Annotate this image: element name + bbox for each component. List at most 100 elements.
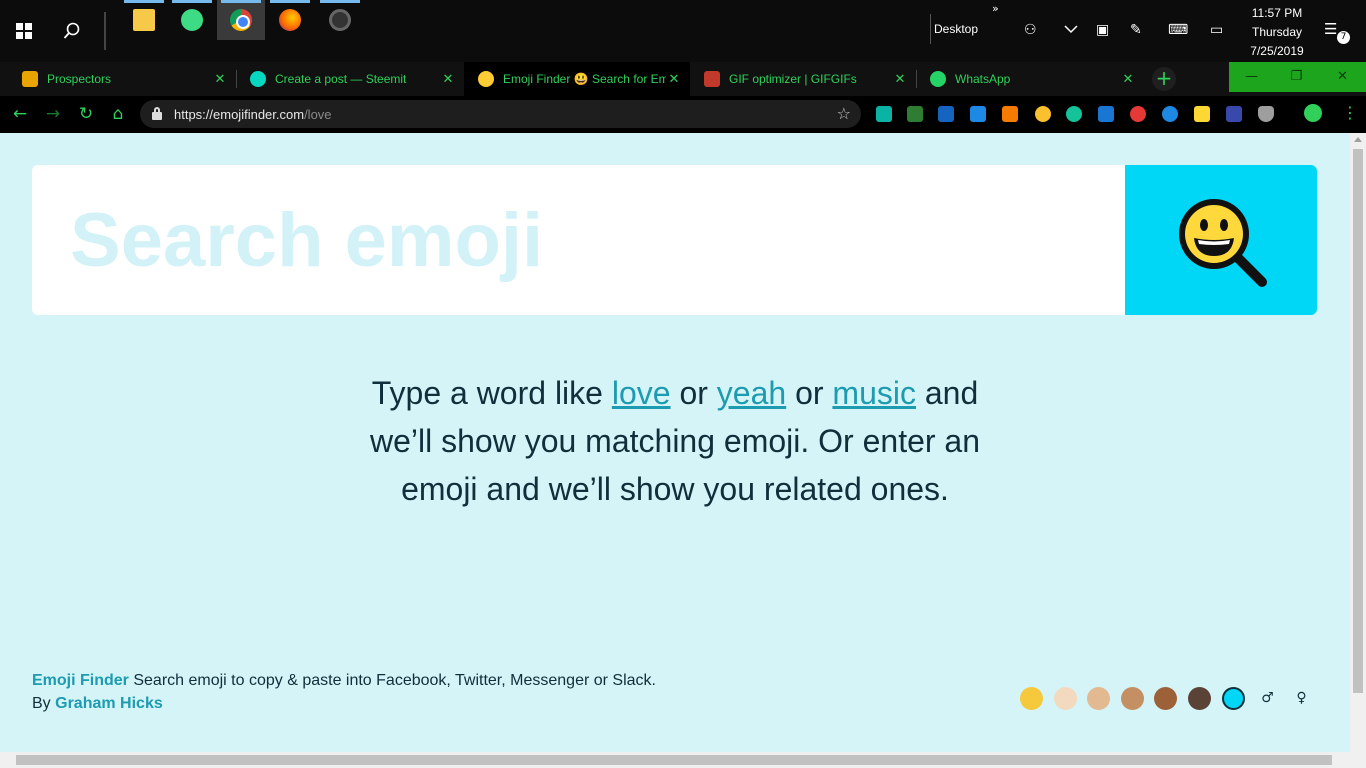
extension-yellow-icon[interactable] <box>1194 106 1210 122</box>
smiley-favicon-icon <box>478 71 494 87</box>
firefox-icon <box>279 9 301 31</box>
extension-compass-icon[interactable] <box>1162 106 1178 122</box>
people-icon[interactable]: ⚇ <box>1024 22 1037 38</box>
skin-tone-default[interactable] <box>1020 687 1043 710</box>
site-footer: Emoji Finder Search emoji to copy & past… <box>32 669 656 715</box>
taskbar-app-firefox[interactable] <box>266 0 314 40</box>
footer-tagline: Search emoji to copy & paste into Facebo… <box>128 672 656 689</box>
close-tab-icon[interactable]: ✕ <box>212 71 228 87</box>
gifgifs-favicon-icon <box>704 71 720 87</box>
grammarly-icon[interactable] <box>1066 106 1082 122</box>
footer-tagline-line: Emoji Finder Search emoji to copy & past… <box>32 669 656 692</box>
notification-count-badge: 7 <box>1337 31 1350 44</box>
author-link[interactable]: Graham Hicks <box>55 695 163 712</box>
extension-zip-icon[interactable] <box>938 106 954 122</box>
reload-icon[interactable]: ↻ <box>74 102 98 126</box>
intro-text: Type a word like love or yeah or music a… <box>340 369 1010 513</box>
extension-p-icon[interactable] <box>970 106 986 122</box>
address-bar[interactable]: https://emojifinder.com/love ☆ <box>140 100 861 128</box>
extension-qr-icon[interactable] <box>907 106 923 122</box>
tab-gifgifs[interactable]: GIF optimizer | GIFGIFs ✕ <box>690 62 916 96</box>
minimize-window-button[interactable]: — <box>1229 62 1274 92</box>
extension-red-icon[interactable] <box>1130 106 1146 122</box>
tab-title: WhatsApp <box>955 72 1011 86</box>
action-center-icon[interactable]: ☰ 7 <box>1324 20 1350 44</box>
lock-icon <box>152 107 162 120</box>
skin-tone-medium-light[interactable] <box>1087 687 1110 710</box>
new-tab-button[interactable]: + <box>1152 67 1176 91</box>
forward-arrow-icon[interactable]: → <box>41 102 65 126</box>
male-sign-icon[interactable]: ♂ <box>1256 687 1279 710</box>
tab-emoji-finder[interactable]: Emoji Finder 😃 Search for Em ✕ <box>464 62 690 96</box>
intro-sep: or <box>786 375 833 411</box>
search-input[interactable] <box>32 165 1125 315</box>
gender-neutral-option[interactable] <box>1222 687 1245 710</box>
keyboard-icon[interactable]: ⌨ <box>1168 22 1188 38</box>
brand-link[interactable]: Emoji Finder <box>32 672 129 689</box>
shield-icon[interactable] <box>1258 106 1274 122</box>
windows-taskbar: » Desktop ⚇ ▣ ✎ ⌨ ▭ 11:57 PM Thursday 7/… <box>0 0 1366 62</box>
url-text[interactable]: https://emojifinder.com/love <box>174 107 332 122</box>
extension-info-icon[interactable] <box>1226 106 1242 122</box>
back-arrow-icon[interactable]: ← <box>8 102 32 126</box>
female-sign-icon[interactable]: ♀ <box>1290 687 1313 710</box>
horizontal-scrollbar[interactable] <box>0 752 1366 768</box>
url-host: https://emojifinder.com <box>174 107 305 122</box>
clock-time: 11:57 PM <box>1251 6 1303 20</box>
search-button[interactable] <box>1125 165 1317 315</box>
toolbar-overflow-icon[interactable]: » <box>992 2 999 15</box>
folder-icon <box>133 9 155 31</box>
tab-title: Prospectors <box>47 72 112 86</box>
search-icon[interactable] <box>48 0 96 62</box>
profile-avatar-icon[interactable] <box>1304 104 1322 122</box>
example-link-yeah[interactable]: yeah <box>717 375 786 411</box>
tab-steemit[interactable]: Create a post — Steemit ✕ <box>236 62 464 96</box>
skin-tone-medium-dark[interactable] <box>1154 687 1177 710</box>
tab-whatsapp[interactable]: WhatsApp ✕ <box>916 62 1144 96</box>
close-tab-icon[interactable]: ✕ <box>892 71 908 87</box>
browser-toolbar: ← → ↻ ⌂ https://emojifinder.com/love ☆ ⋮ <box>0 96 1366 133</box>
whatsapp-favicon-icon <box>930 71 946 87</box>
example-link-love[interactable]: love <box>612 375 671 411</box>
tab-title: Emoji Finder 😃 Search for Em <box>503 72 666 86</box>
taskbar-separator <box>104 12 106 50</box>
pen-workspace-icon[interactable]: ✎ <box>1130 22 1142 38</box>
battery-warning-icon[interactable]: ▣ <box>1096 22 1109 38</box>
home-icon[interactable]: ⌂ <box>106 102 130 126</box>
tab-prospectors[interactable]: Prospectors ✕ <box>8 62 236 96</box>
metamask-icon[interactable] <box>1002 106 1018 122</box>
taskbar-app-obs[interactable] <box>316 0 364 40</box>
obs-icon <box>329 9 351 31</box>
extension-icon[interactable] <box>876 106 892 122</box>
start-button[interactable] <box>0 0 48 62</box>
tray-chevron-up-icon[interactable] <box>1064 22 1078 38</box>
menu-kebab-icon[interactable]: ⋮ <box>1342 103 1358 123</box>
example-link-music[interactable]: music <box>832 375 916 411</box>
close-window-button[interactable]: ✕ <box>1319 62 1366 92</box>
skin-tone-medium[interactable] <box>1121 687 1144 710</box>
horizontal-scroll-thumb[interactable] <box>16 755 1332 765</box>
vertical-scrollbar[interactable] <box>1350 133 1366 752</box>
intro-before: Type a word like <box>371 375 612 411</box>
restore-window-button[interactable]: ❐ <box>1274 62 1319 92</box>
url-path: /love <box>304 107 332 122</box>
close-tab-icon[interactable]: ✕ <box>666 71 682 87</box>
close-tab-icon[interactable]: ✕ <box>1120 71 1136 87</box>
scroll-up-arrow-icon[interactable] <box>1354 137 1362 142</box>
lightbulb-icon[interactable] <box>1035 106 1051 122</box>
page-viewport: Type a word like love or yeah or music a… <box>0 133 1350 752</box>
taskbar-app-chrome[interactable] <box>217 0 265 40</box>
close-tab-icon[interactable]: ✕ <box>440 71 456 87</box>
extension-p2-icon[interactable] <box>1098 106 1114 122</box>
taskbar-app-file-explorer[interactable] <box>120 0 168 40</box>
skin-tone-light[interactable] <box>1054 687 1077 710</box>
bookmark-star-icon[interactable]: ☆ <box>837 104 851 123</box>
desktop-toolbar-label[interactable]: Desktop <box>934 22 978 36</box>
vertical-scroll-thumb[interactable] <box>1353 149 1363 693</box>
taskbar-clock[interactable]: 11:57 PM Thursday 7/25/2019 <box>1240 4 1314 61</box>
skin-tone-dark[interactable] <box>1188 687 1211 710</box>
search-box <box>32 165 1317 315</box>
windows-logo-icon <box>16 23 32 39</box>
taskbar-app-android-studio[interactable] <box>168 0 216 40</box>
tablet-mode-icon[interactable]: ▭ <box>1210 22 1223 38</box>
